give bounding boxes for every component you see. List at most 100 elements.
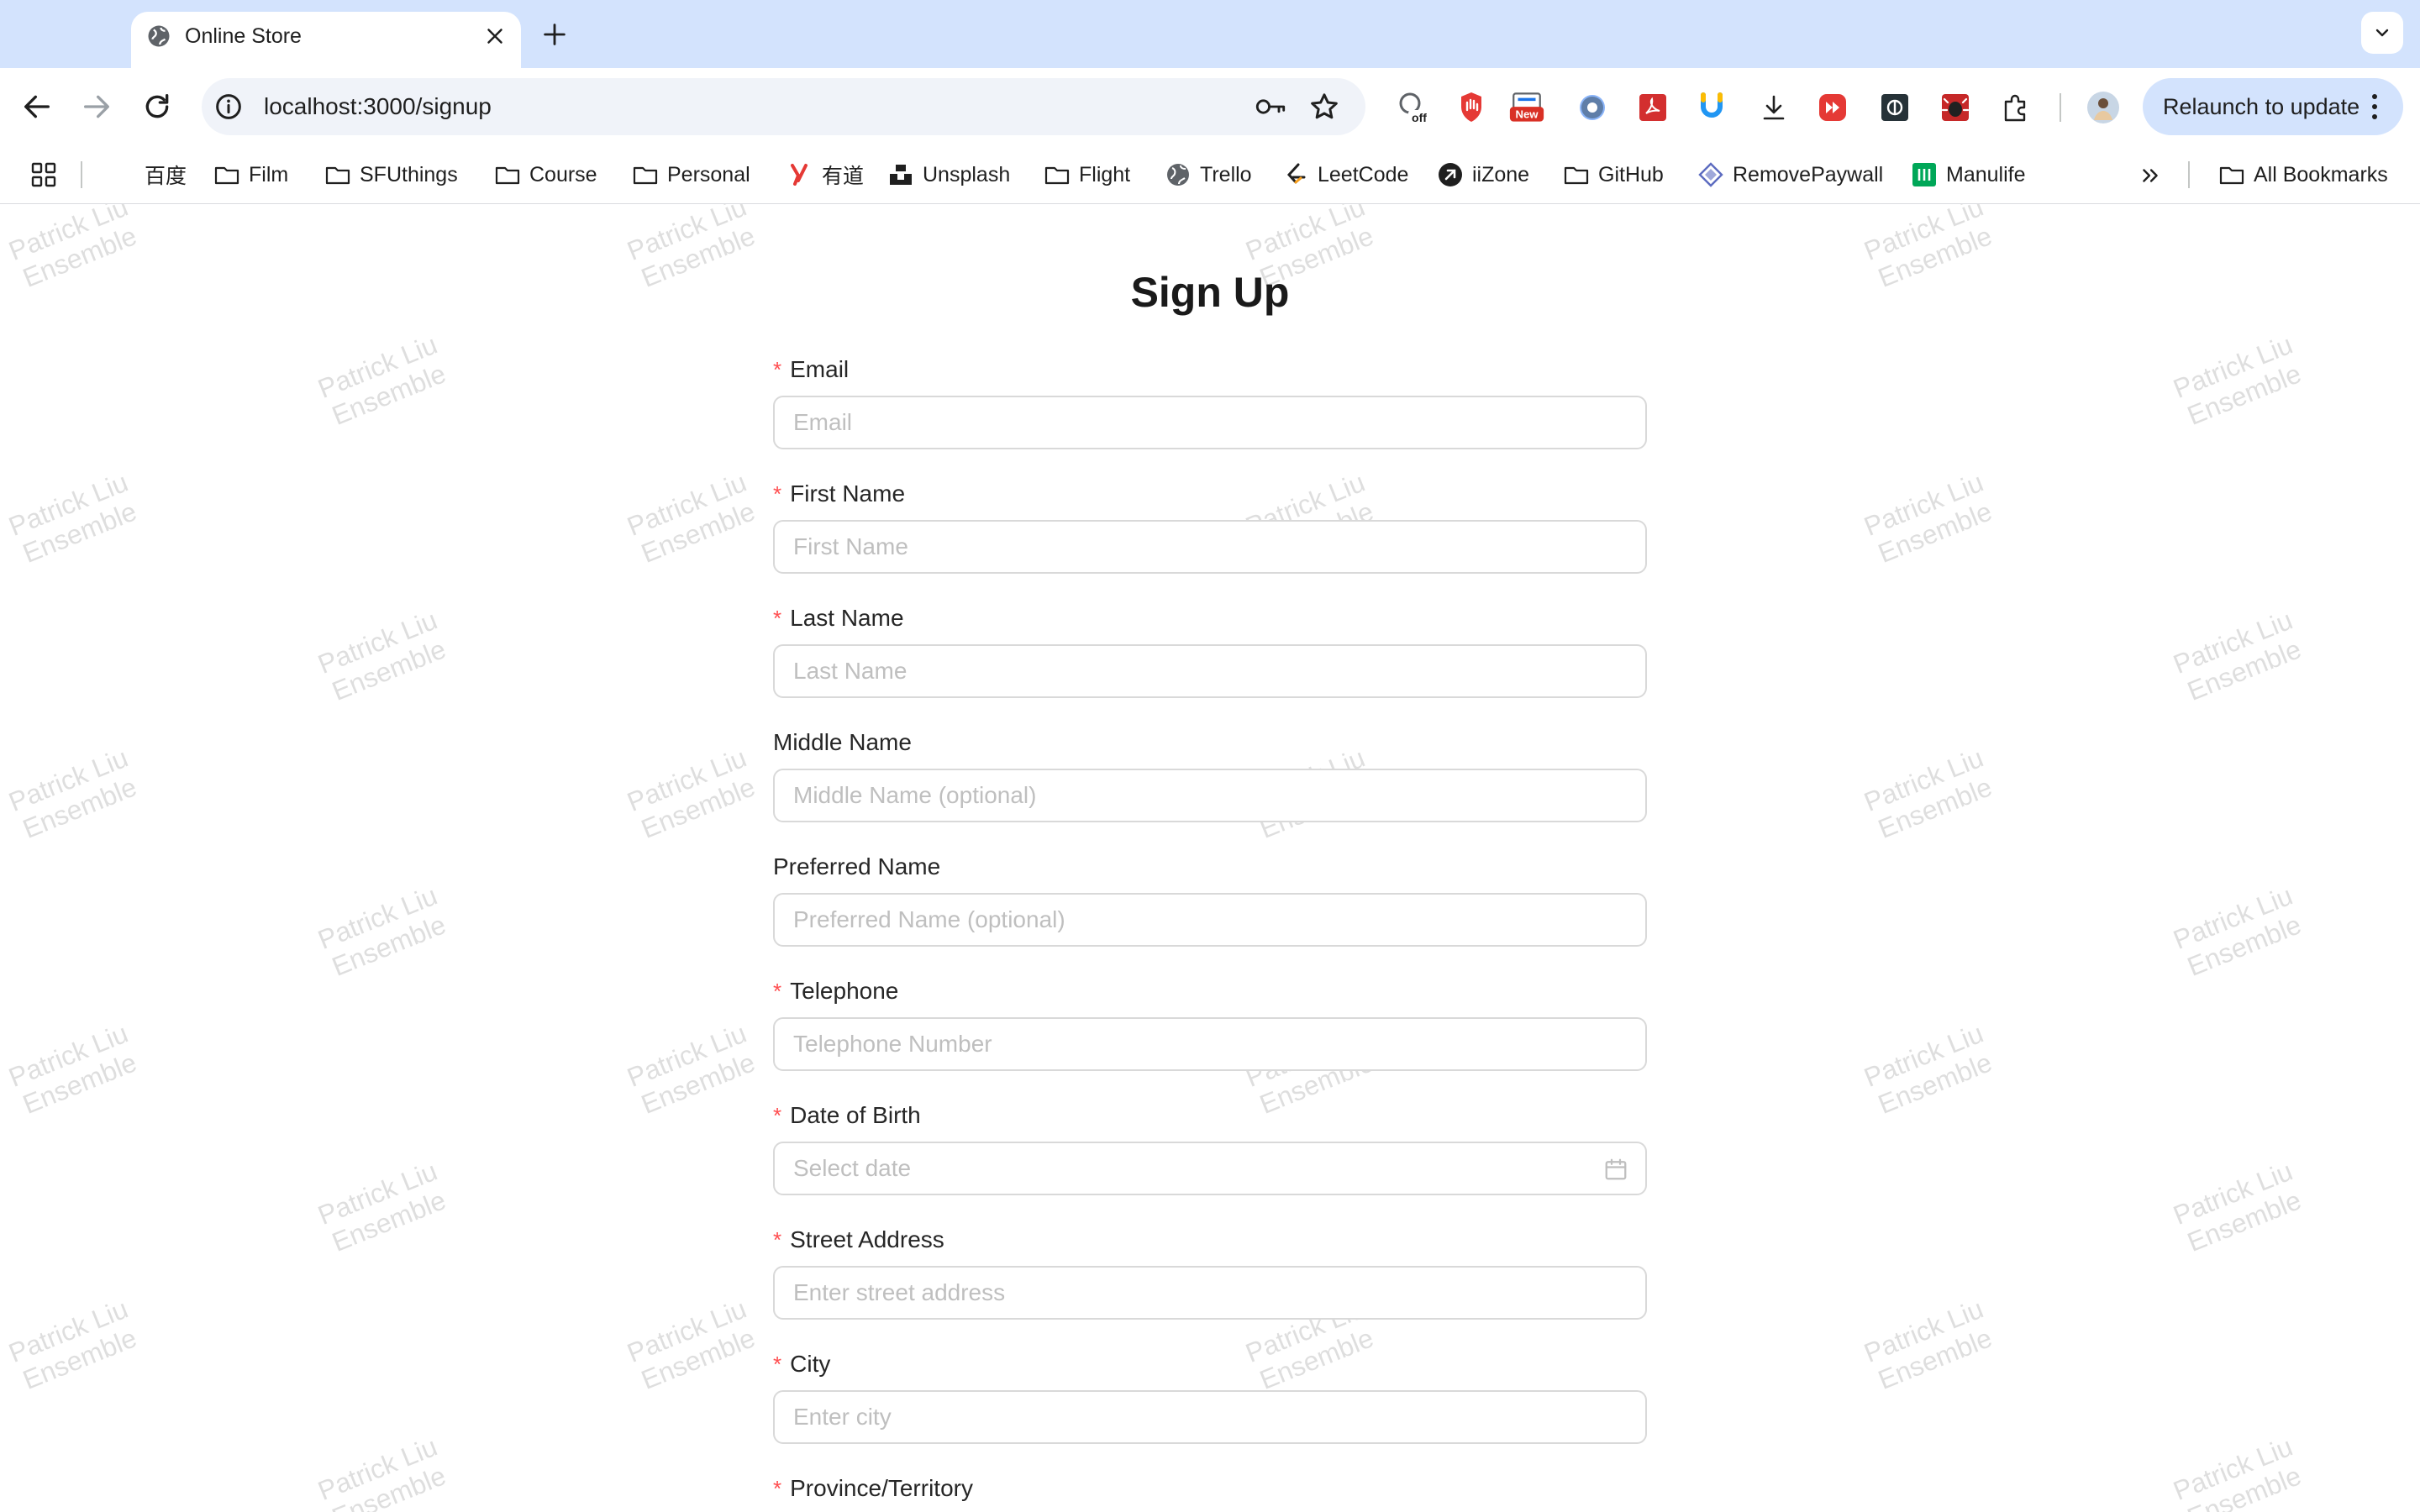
extension-magnet-icon[interactable] <box>1694 90 1729 125</box>
bookmark-all-bookmarks[interactable]: All Bookmarks <box>2218 159 2388 191</box>
watermark-text: Patrick LiuEnsemble <box>294 1423 472 1512</box>
first-name-label-row: * First Name <box>773 480 1647 513</box>
province-territory-label: Province/Territory <box>790 1475 973 1501</box>
bookmark-label: RemovePaywall <box>1733 162 1884 186</box>
watermark-text: Patrick LiuEnsemble <box>2149 596 2328 716</box>
city-label: City <box>790 1351 831 1377</box>
new-tab-plus-icon[interactable] <box>540 20 569 49</box>
folder-icon <box>633 166 658 185</box>
email-label-row: * Email <box>773 355 1647 389</box>
preferred-name-input[interactable] <box>773 893 1647 947</box>
bookmarks-bar: 百度 Film SFUthings Course Personal 有道 Uns… <box>0 146 2420 204</box>
watermark-text: Patrick LiuEnsemble <box>2149 1147 2328 1267</box>
back-arrow-icon[interactable] <box>20 90 54 123</box>
extension-new-badge-icon[interactable]: New <box>1509 90 1544 125</box>
required-asterisk: * <box>773 979 782 1004</box>
watermark-text: Patrick LiuEnsemble <box>294 321 472 440</box>
tab-title: Online Store <box>185 24 302 48</box>
manulife-icon <box>1912 163 1936 186</box>
street-address-label-row: * Street Address <box>773 1226 1647 1259</box>
street-address-input[interactable] <box>773 1266 1647 1320</box>
last-name-input[interactable] <box>773 644 1647 698</box>
extension-off-badge: off <box>1412 111 1427 124</box>
bookmark-personal[interactable]: Personal <box>632 159 750 191</box>
watermark-text: Patrick LiuEnsemble <box>603 459 781 578</box>
required-asterisk: * <box>773 1352 782 1377</box>
chevron-double-right-icon[interactable] <box>2139 165 2161 186</box>
telephone-input[interactable] <box>773 1017 1647 1071</box>
bookmark-label: LeetCode <box>1318 162 1409 186</box>
email-input[interactable] <box>773 396 1647 449</box>
bookmark-star-icon[interactable] <box>1307 90 1341 123</box>
tab-online-store[interactable]: Online Store <box>131 12 521 68</box>
folder-icon <box>214 166 239 185</box>
youdao-icon <box>791 164 808 186</box>
first-name-input[interactable] <box>773 520 1647 574</box>
form-field-telephone: * Telephone <box>773 977 1647 1071</box>
folder-icon <box>1044 166 1070 185</box>
watermark-text: Patrick LiuEnsemble <box>1840 734 2018 853</box>
calendar-icon[interactable] <box>1603 1157 1628 1182</box>
folder-icon <box>1564 166 1589 185</box>
site-info-icon[interactable] <box>212 90 245 123</box>
page-content: Patrick Liu Ensemble Patrick Liu Ensemble Pa… <box>0 204 2420 1512</box>
extensions-puzzle-icon[interactable] <box>1998 90 2033 125</box>
bookmark-label: Course <box>529 162 597 186</box>
bookmark-separator <box>2188 161 2190 188</box>
bookmark-youdao[interactable]: 有道 <box>786 159 864 191</box>
leetcode-icon <box>1286 163 1306 184</box>
extension-swirl-icon[interactable] <box>1575 90 1610 125</box>
watermark-text: Patrick LiuEnsemble <box>1840 459 2018 578</box>
bookmark-baidu[interactable]: 百度 <box>145 159 187 191</box>
apps-grid-icon[interactable] <box>30 161 57 188</box>
preferred-name-label-row: Preferred Name <box>773 853 1647 886</box>
middle-name-input[interactable] <box>773 769 1647 822</box>
bookmark-removepaywall[interactable]: RemovePaywall <box>1697 159 1883 191</box>
pdf-tool-icon[interactable] <box>1635 90 1670 125</box>
bookmark-sfuthings[interactable]: SFUthings <box>324 159 458 191</box>
bookmark-unsplash[interactable]: Unsplash <box>887 159 1010 191</box>
bookmark-film[interactable]: Film <box>213 159 288 191</box>
form-field-email: * Email <box>773 355 1647 449</box>
extension-bug-icon[interactable] <box>1938 90 1973 125</box>
date-of-birth-input[interactable] <box>773 1142 1647 1195</box>
last-name-label-row: * Last Name <box>773 604 1647 638</box>
city-input[interactable] <box>773 1390 1647 1444</box>
telephone-label-row: * Telephone <box>773 977 1647 1011</box>
adblock-hand-icon[interactable] <box>1454 90 1489 125</box>
relaunch-to-update-button[interactable]: Relaunch to update <box>2143 78 2403 135</box>
more-vert-icon <box>2372 94 2377 119</box>
extension-off-icon[interactable]: off <box>1395 90 1430 125</box>
bookmark-label: 百度 <box>145 165 187 188</box>
bookmark-label: Trello <box>1200 162 1252 186</box>
close-icon[interactable] <box>482 24 508 49</box>
bookmark-manulife[interactable]: Manulife <box>1911 159 2026 191</box>
extension-dark-box-icon[interactable] <box>1877 90 1912 125</box>
download-icon[interactable] <box>1756 90 1791 125</box>
watermark-text: Patrick LiuEnsemble <box>0 734 163 853</box>
tab-search-button[interactable] <box>2361 12 2403 54</box>
bookmark-label: GitHub <box>1598 162 1664 186</box>
extension-fast-forward-icon[interactable] <box>1815 90 1850 125</box>
folder-icon <box>495 166 520 185</box>
date-of-birth-label: Date of Birth <box>790 1102 921 1128</box>
bookmark-github[interactable]: GitHub <box>1563 159 1664 191</box>
bookmark-course[interactable]: Course <box>494 159 597 191</box>
bookmark-leetcode[interactable]: LeetCode <box>1282 159 1408 191</box>
bookmark-trello[interactable]: Trello <box>1165 159 1252 191</box>
globe-icon <box>148 25 170 47</box>
avatar[interactable] <box>2086 90 2121 125</box>
bookmark-label: SFUthings <box>360 162 458 186</box>
bookmark-iizone[interactable]: iiZone <box>1437 159 1529 191</box>
bookmark-flight[interactable]: Flight <box>1044 159 1130 191</box>
watermark-text: Patrick LiuEnsemble <box>1840 1010 2018 1129</box>
url-text[interactable]: localhost:3000/signup <box>264 92 492 122</box>
bookmark-label: iiZone <box>1472 162 1530 186</box>
form-field-street-address: * Street Address <box>773 1226 1647 1320</box>
address-bar[interactable]: localhost:3000/signup <box>202 78 1365 135</box>
watermark-text: Patrick LiuEnsemble <box>603 1010 781 1129</box>
password-key-icon[interactable] <box>1254 92 1287 122</box>
bookmark-label: Unsplash <box>923 162 1011 186</box>
forward-arrow-icon[interactable] <box>80 90 113 123</box>
reload-icon[interactable] <box>140 90 174 123</box>
